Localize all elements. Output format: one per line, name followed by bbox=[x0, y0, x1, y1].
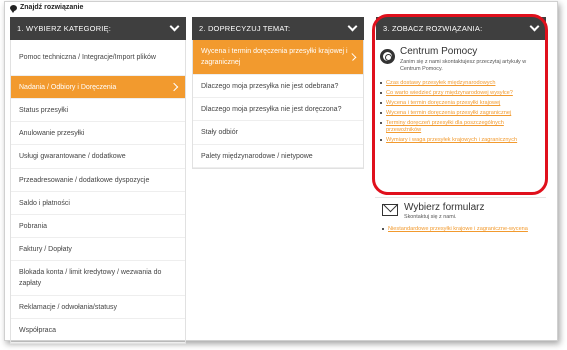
category-item-account-block[interactable]: Blokada konta / limit kredytowy / wezwan… bbox=[11, 261, 185, 296]
highlight-ring bbox=[372, 14, 548, 195]
category-column: 1. WYBIERZ KATEGORIĘ: Pomoc techniczna /… bbox=[10, 17, 186, 344]
chevron-down-icon bbox=[169, 21, 180, 32]
envelope-icon bbox=[382, 204, 398, 216]
topic-item-not-delivered[interactable]: Dlaczego moja przesyłka nie jest doręczo… bbox=[193, 98, 363, 121]
topic-item-pallets[interactable]: Palety międzynarodowe / nietypowe bbox=[193, 145, 363, 168]
category-item-balance[interactable]: Saldo i płatności bbox=[11, 192, 185, 215]
category-item-complaints[interactable]: Reklamacje / odwołania/statusy bbox=[11, 296, 185, 319]
topic-column: 2. DOPRECYZUJ TEMAT: Wycena i termin dor… bbox=[192, 17, 364, 169]
page-title: Znajdź rozwiązanie bbox=[10, 4, 83, 13]
topic-item-regular-pickup[interactable]: Stały odbiór bbox=[193, 121, 363, 145]
category-item-technical[interactable]: Pomoc techniczna / Integracje/Import pli… bbox=[11, 40, 185, 76]
category-item-services[interactable]: Usługi gwarantowane / dodatkowe bbox=[11, 145, 185, 169]
category-item-readdress[interactable]: Przeadresowanie / dodatkowe dyspozycje bbox=[11, 169, 185, 192]
category-header[interactable]: 1. WYBIERZ KATEGORIĘ: bbox=[10, 17, 186, 40]
category-item-cancel[interactable]: Anulowanie przesyłki bbox=[11, 122, 185, 145]
form-link[interactable]: Niestandardowe przesyłki krajowe i zagra… bbox=[382, 226, 532, 233]
category-item-shipments[interactable]: Nadania / Odbiory i Doręczenia bbox=[11, 76, 185, 99]
category-item-cooperation[interactable]: Współpraca bbox=[11, 319, 185, 343]
form-title: Wybierz formularz bbox=[404, 202, 485, 213]
topic-item-pricing[interactable]: Wycena i termin doręczenia przesyłki kra… bbox=[193, 40, 363, 75]
chevron-right-icon bbox=[169, 82, 179, 92]
form-subtitle: Skontaktuj się z nami. bbox=[404, 214, 457, 220]
category-item-cod[interactable]: Pobrania bbox=[11, 215, 185, 238]
category-item-invoices[interactable]: Faktury / Dopłaty bbox=[11, 238, 185, 261]
chat-bubble-icon bbox=[10, 4, 17, 13]
category-item-status[interactable]: Status przesyłki bbox=[11, 99, 185, 122]
topic-list: Wycena i termin doręczenia przesyłki kra… bbox=[192, 40, 364, 169]
category-list: Pomoc techniczna / Integracje/Import pli… bbox=[10, 40, 186, 344]
chevron-down-icon bbox=[347, 21, 358, 32]
topic-item-not-picked[interactable]: Dlaczego moja przesyłka nie jest odebran… bbox=[193, 75, 363, 98]
topic-header[interactable]: 2. DOPRECYZUJ TEMAT: bbox=[192, 17, 364, 40]
